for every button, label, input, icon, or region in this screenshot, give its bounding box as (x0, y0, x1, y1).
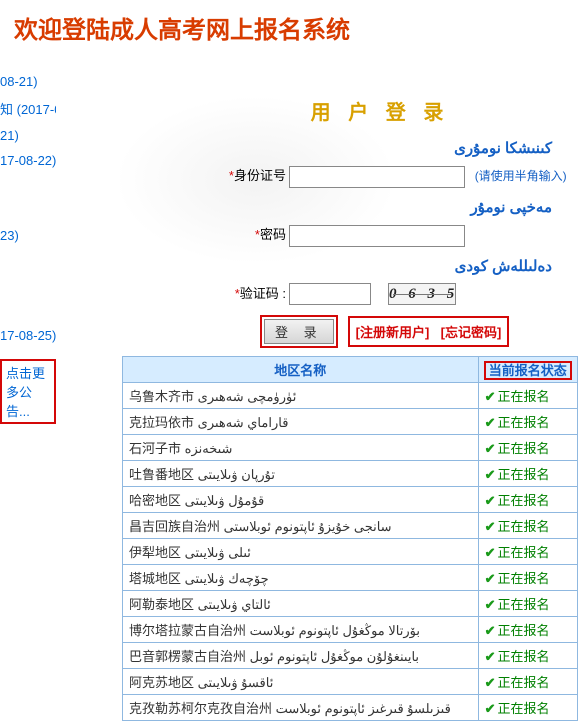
table-row: 乌鲁木齐市 ئۈرۈمچى شەھىرى✔正在报名 (123, 383, 578, 409)
check-icon: ✔ (485, 701, 496, 716)
table-row: 昌吉回族自治州 سانجى خۇيزۇ ئاپتونوم ئوبلاستى✔正在… (123, 513, 578, 539)
col-region: 地区名称 (123, 357, 479, 383)
region-cell: 哈密地区 قۇمۇل ۋىلايىتى (123, 487, 479, 513)
forgot-password-link[interactable]: [忘记密码] (437, 320, 506, 343)
table-row: 石河子市 شىخەنزە✔正在报名 (123, 435, 578, 461)
check-icon: ✔ (485, 389, 496, 404)
table-row: 克拉玛依市 قاراماي شەھىرى✔正在报名 (123, 409, 578, 435)
check-icon: ✔ (485, 493, 496, 508)
notice-link[interactable] (0, 253, 56, 268)
region-cell: 巴音郭楞蒙古自治州 بايىنغۇلۇن موڭغۇل ئاپتونوم ئوب… (123, 643, 479, 669)
notice-link[interactable]: 23) (0, 228, 56, 243)
notice-link[interactable]: 知 (2017-08-21) (0, 99, 56, 118)
login-heading: 用 户 登 录 (190, 96, 570, 125)
register-link[interactable]: [注册新用户] (352, 320, 434, 343)
status-cell: ✔正在报名 (478, 669, 577, 695)
page-title: 欢迎登陆成人高考网上报名系统 (14, 10, 585, 45)
region-cell: 乌鲁木齐市 ئۈرۈمچى شەھىرى (123, 383, 479, 409)
captcha-input[interactable] (289, 283, 371, 305)
region-cell: 克孜勒苏柯尔克孜自治州 قىزىلسۇ قىرغىز ئاپتونوم ئوبل… (123, 695, 479, 721)
notice-link[interactable]: 17-08-25) (0, 328, 56, 343)
table-row: 阿克苏地区 ئاقسۇ ۋىلايىتى✔正在报名 (123, 669, 578, 695)
captcha-label: *验证码 : (190, 283, 286, 302)
region-cell: 阿克苏地区 ئاقسۇ ۋىلايىتى (123, 669, 479, 695)
region-cell: 阿勒泰地区 ئالتاي ۋىلايىتى (123, 591, 479, 617)
login-panel: 用 户 登 录 كىنىشكا نومۇرى *身份证号 (请使用半角输入) م… (190, 96, 570, 348)
check-icon: ✔ (485, 675, 496, 690)
notice-link[interactable] (0, 303, 56, 318)
login-button[interactable]: 登 录 (264, 319, 334, 344)
check-icon: ✔ (485, 519, 496, 534)
table-row: 哈密地区 قۇمۇل ۋىلايىتى✔正在报名 (123, 487, 578, 513)
status-cell: ✔正在报名 (478, 643, 577, 669)
region-cell: 吐鲁番地区 تۇرپان ۋىلايىتى (123, 461, 479, 487)
table-row: 伊犁地区 ئىلى ۋىلايىتى✔正在报名 (123, 539, 578, 565)
col-status: 当前报名状态 (478, 357, 577, 383)
table-row: 吐鲁番地区 تۇرپان ۋىلايىتى✔正在报名 (123, 461, 578, 487)
notice-link[interactable]: 08-21) (0, 74, 56, 89)
check-icon: ✔ (485, 441, 496, 456)
notice-link[interactable]: 17-08-22) (0, 153, 56, 168)
status-cell: ✔正在报名 (478, 409, 577, 435)
check-icon: ✔ (485, 649, 496, 664)
check-icon: ✔ (485, 415, 496, 430)
notice-list: 08-21) 知 (2017-08-21) 21) 17-08-22) 23) 17-… (0, 64, 56, 424)
table-row: 巴音郭楞蒙古自治州 بايىنغۇلۇن موڭغۇل ئاپتونوم ئوب… (123, 643, 578, 669)
status-cell: ✔正在报名 (478, 513, 577, 539)
status-cell: ✔正在报名 (478, 435, 577, 461)
table-row: 阿勒泰地区 ئالتاي ۋىلايىتى✔正在报名 (123, 591, 578, 617)
notice-link[interactable]: 21) (0, 128, 56, 143)
status-cell: ✔正在报名 (478, 565, 577, 591)
check-icon: ✔ (485, 623, 496, 638)
table-row: 塔城地区 چۆچەك ۋىلايىتى✔正在报名 (123, 565, 578, 591)
status-cell: ✔正在报名 (478, 591, 577, 617)
pw-label-uyghur: مەخپى نومۇر (190, 198, 570, 216)
region-cell: 昌吉回族自治州 سانجى خۇيزۇ ئاپتونوم ئوبلاستى (123, 513, 479, 539)
id-label-uyghur: كىنىشكا نومۇرى (190, 139, 570, 157)
id-label: *身份证号 (190, 165, 286, 184)
pw-label: *密码 (190, 224, 286, 243)
captcha-label-uyghur: دەلىللەش كودى (190, 257, 570, 275)
status-cell: ✔正在报名 (478, 461, 577, 487)
region-cell: 塔城地区 چۆچەك ۋىلايىتى (123, 565, 479, 591)
notice-link[interactable] (0, 278, 56, 293)
status-cell: ✔正在报名 (478, 539, 577, 565)
check-icon: ✔ (485, 545, 496, 560)
region-cell: 克拉玛依市 قاراماي شەھىرى (123, 409, 479, 435)
status-cell: ✔正在报名 (478, 617, 577, 643)
id-input[interactable] (289, 166, 465, 188)
check-icon: ✔ (485, 571, 496, 586)
region-cell: 伊犁地区 ئىلى ۋىلايىتى (123, 539, 479, 565)
table-row: 克孜勒苏柯尔克孜自治州 قىزىلسۇ قىرغىز ئاپتونوم ئوبل… (123, 695, 578, 721)
table-row: 博尔塔拉蒙古自治州 بۆرتالا موڭغۇل ئاپتونوم ئوبلاس… (123, 617, 578, 643)
region-table: 地区名称 当前报名状态 乌鲁木齐市 ئۈرۈمچى شەھىرى✔正在报名克拉玛… (122, 356, 578, 721)
region-cell: 石河子市 شىخەنزە (123, 435, 479, 461)
status-cell: ✔正在报名 (478, 695, 577, 721)
check-icon: ✔ (485, 597, 496, 612)
captcha-image[interactable]: 0 6 3 5 (388, 283, 456, 305)
check-icon: ✔ (485, 467, 496, 482)
status-cell: ✔正在报名 (478, 487, 577, 513)
pw-input[interactable] (289, 225, 465, 247)
id-hint: (请使用半角输入) (475, 169, 567, 183)
notice-link[interactable] (0, 203, 56, 218)
status-cell: ✔正在报名 (478, 383, 577, 409)
notice-link[interactable] (0, 178, 56, 193)
region-cell: 博尔塔拉蒙古自治州 بۆرتالا موڭغۇل ئاپتونوم ئوبلاس… (123, 617, 479, 643)
more-notice-link[interactable]: 点击更多公告... (0, 359, 56, 424)
